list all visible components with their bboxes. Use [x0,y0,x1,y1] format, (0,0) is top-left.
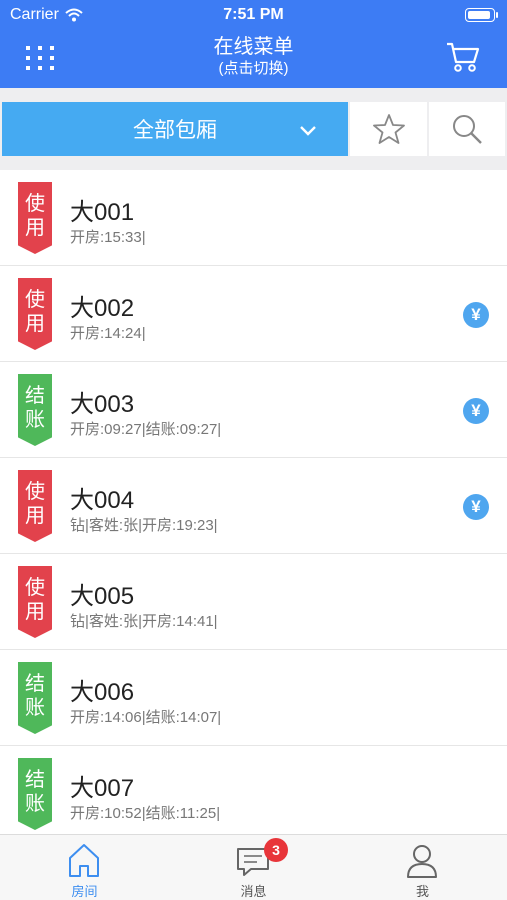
status-time: 7:51 PM [223,6,284,23]
room-name: 大002 [70,295,135,322]
cart-button[interactable] [445,40,481,74]
battery-icon [465,8,498,22]
search-button[interactable] [429,102,505,156]
tab-me[interactable]: 我 [338,835,507,900]
yuan-icon: ¥ [463,398,489,424]
filter-bar: 全部包厢 [0,88,507,170]
room-row[interactable]: 使用 大004 钻|客姓:张|开房:19:23| ¥ [0,458,507,554]
room-info: 钻|客姓:张|开房:19:23| [70,517,218,534]
status-tag: 结账 [18,758,52,830]
status-bar: Carrier 7:51 PM [0,0,507,30]
star-icon [372,114,405,144]
tab-bar: 房间 3 消息 我 [0,834,507,900]
status-tag: 结账 [18,662,52,734]
yuan-icon: ¥ [463,494,489,520]
room-name: 大001 [70,199,135,226]
status-tag: 使用 [18,566,52,638]
status-tag: 使用 [18,182,52,254]
room-row[interactable]: 结账 大006 开房:14:06|结账:14:07| [0,650,507,746]
page-title[interactable]: 在线菜单 [0,36,507,58]
room-row[interactable]: 使用 大005 钻|客姓:张|开房:14:41| [0,554,507,650]
status-tag: 使用 [18,470,52,542]
room-info: 钻|客姓:张|开房:14:41| [70,613,218,630]
room-type-selected: 全部包厢 [133,119,217,142]
room-name: 大004 [70,487,135,514]
room-row[interactable]: 使用 大001 开房:15:33| [0,170,507,266]
room-type-dropdown[interactable]: 全部包厢 [2,102,348,156]
room-list: 使用 大001 开房:15:33| 使用 大002 开房:14:24| ¥ 结账… [0,170,507,834]
unread-badge: 3 [264,838,288,862]
user-icon [407,845,437,878]
room-name: 大007 [70,775,135,802]
room-name: 大005 [70,583,135,610]
tab-label: 房间 [71,884,98,899]
room-row[interactable]: 结账 大007 开房:10:52|结账:11:25| [0,746,507,834]
room-name: 大006 [70,679,135,706]
status-tag: 使用 [18,278,52,350]
room-row[interactable]: 结账 大003 开房:09:27|结账:09:27| ¥ [0,362,507,458]
search-icon [453,115,482,144]
favorite-button[interactable] [350,102,427,156]
chevron-down-icon [300,126,316,136]
page-subtitle[interactable]: (点击切换) [0,60,507,78]
room-info: 开房:14:24| [70,325,146,342]
room-name: 大003 [70,391,135,418]
room-info: 开房:09:27|结账:09:27| [70,421,222,438]
yuan-icon: ¥ [463,302,489,328]
room-info: 开房:15:33| [70,229,146,246]
status-tag: 结账 [18,374,52,446]
tab-label: 消息 [240,884,267,899]
room-info: 开房:10:52|结账:11:25| [70,805,221,822]
room-row[interactable]: 使用 大002 开房:14:24| ¥ [0,266,507,362]
tab-messages[interactable]: 3 消息 [169,835,338,900]
room-info: 开房:14:06|结账:14:07| [70,709,222,726]
nav-header: Carrier 7:51 PM 在线菜单 (点击切换) [0,0,507,88]
cart-icon [447,42,480,72]
tab-rooms[interactable]: 房间 [0,835,169,900]
home-icon [69,844,99,877]
tab-label: 我 [415,884,429,899]
